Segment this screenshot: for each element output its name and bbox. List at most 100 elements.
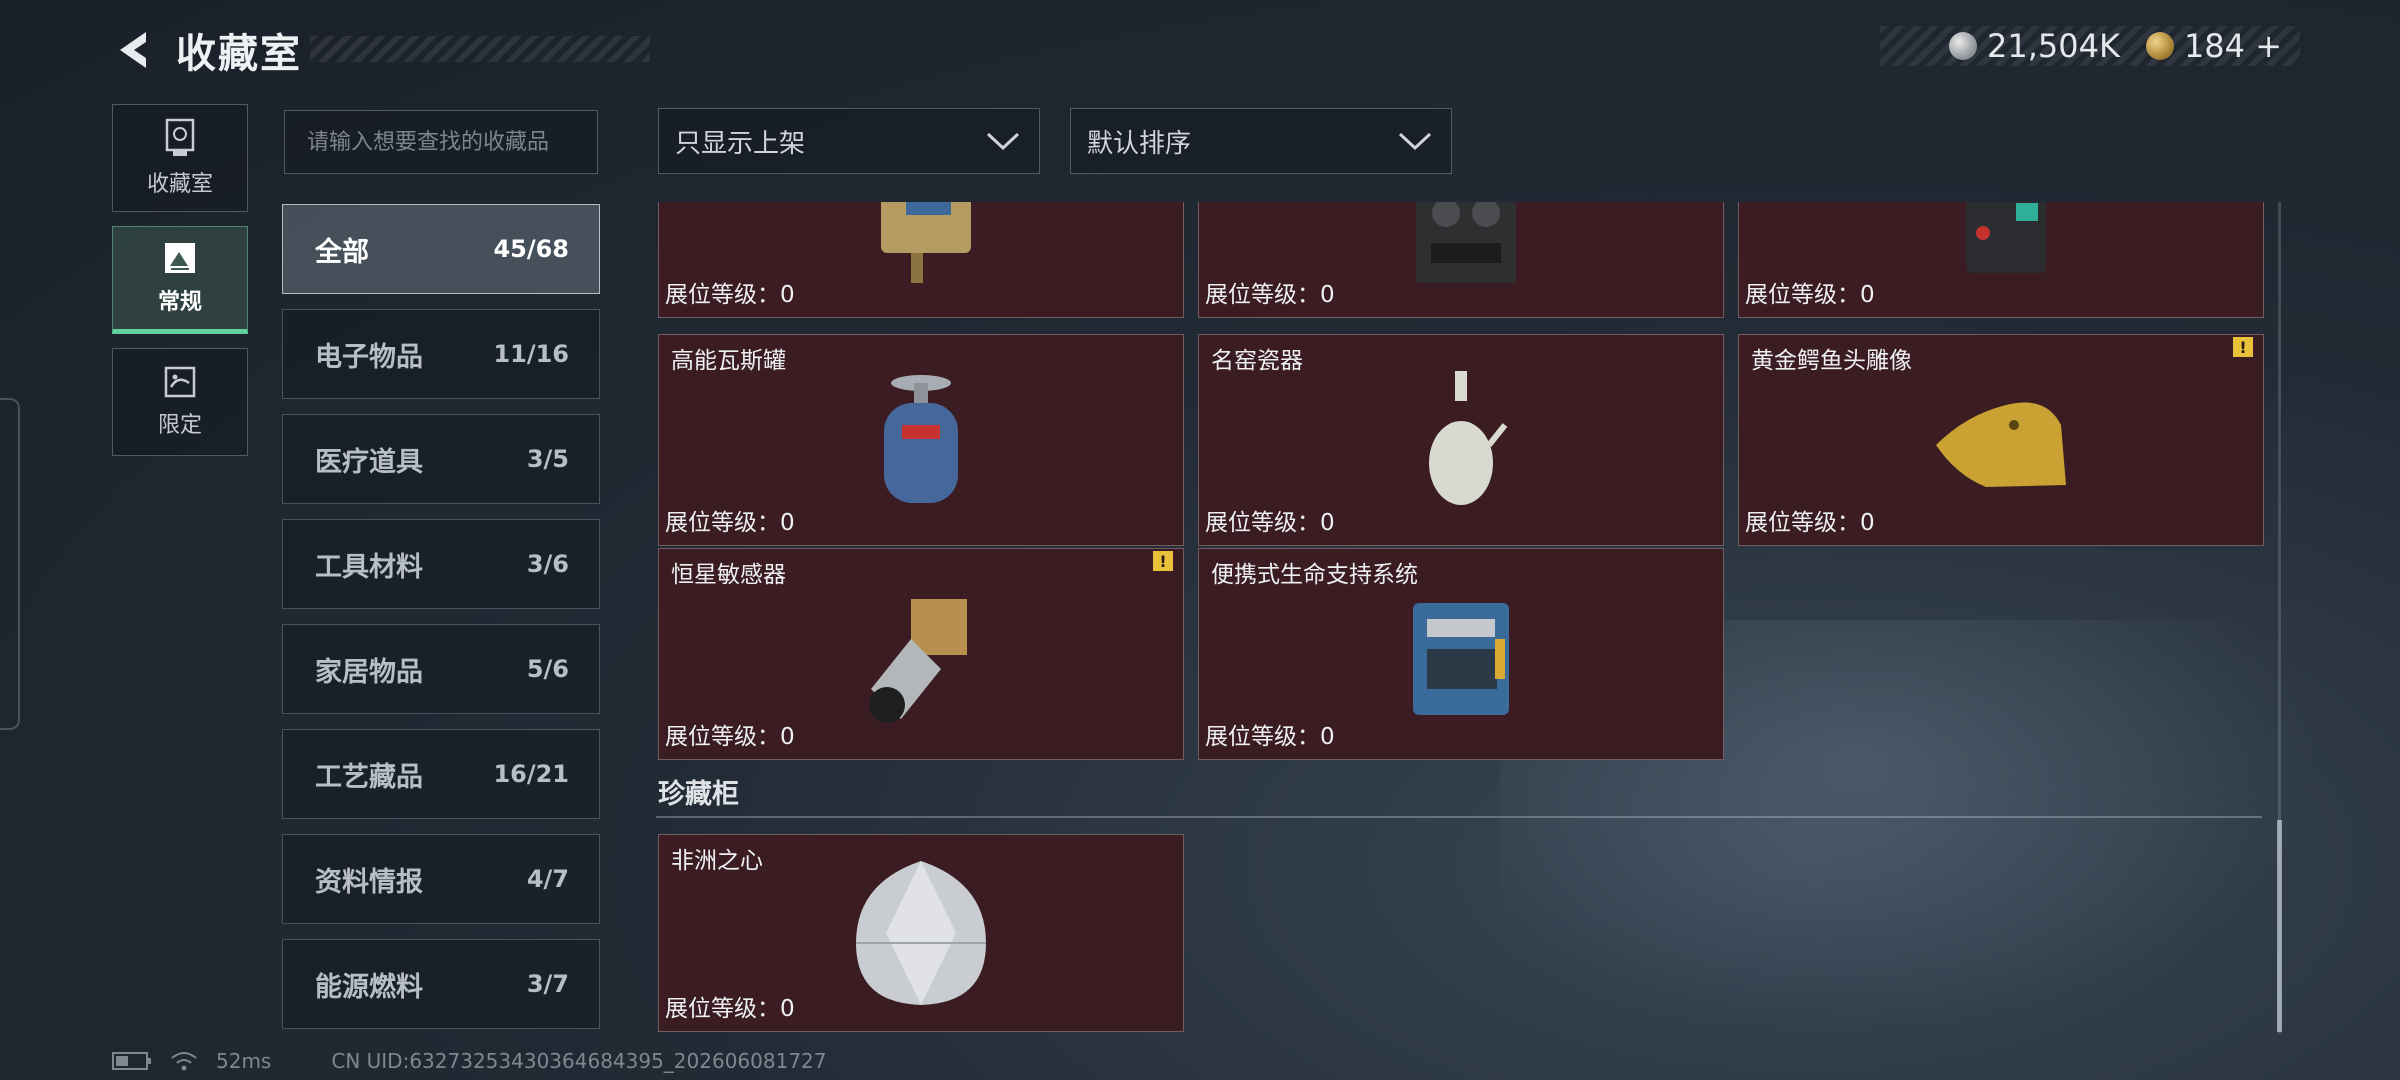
category-crafts[interactable]: 工艺藏品 16/21	[282, 729, 600, 819]
item-name: 名窑瓷器	[1211, 348, 1303, 374]
silver-amount: 21,504K	[1986, 27, 2120, 65]
chevron-down-icon	[1398, 132, 1432, 151]
title-decoration	[310, 36, 650, 62]
category-count: 3/7	[526, 970, 569, 998]
item-name: 非洲之心	[671, 848, 763, 874]
item-name: 高能瓦斯罐	[671, 348, 786, 374]
picture-icon	[165, 243, 195, 273]
booth-level: 展位等级：0	[665, 510, 795, 536]
booth-level: 展位等级：0	[1205, 510, 1335, 536]
shelf-filter-dropdown[interactable]: 只显示上架	[658, 108, 1040, 174]
category-name: 家居物品	[315, 656, 423, 688]
diamond-icon	[856, 861, 986, 1005]
sort-dropdown[interactable]: 默认排序	[1070, 108, 1452, 174]
category-name: 能源燃料	[315, 971, 423, 1003]
machine-part-icon	[1966, 202, 2046, 273]
warning-icon: !	[1153, 551, 1173, 571]
star-sensor-icon	[869, 599, 967, 723]
collection-card[interactable]: 非洲之心 展位等级：0	[658, 834, 1184, 1032]
tape-recorder-icon	[1416, 202, 1516, 283]
gas-canister-icon	[884, 375, 958, 503]
collection-card[interactable]: 便携式生命支持系统 展位等级：0	[1198, 548, 1724, 760]
status-footer: 52ms CN UID:632732534303646843​95_202606…	[112, 1046, 827, 1076]
nav-limited[interactable]: 限定	[112, 348, 248, 456]
device-icon	[881, 202, 971, 283]
booth-level: 展位等级：0	[1205, 724, 1335, 750]
page-header: 收藏室	[110, 22, 650, 78]
category-electronics[interactable]: 电子物品 11/16	[282, 309, 600, 399]
currency-bar: 21,504K 184 +	[1880, 26, 2300, 66]
gold-crocodile-icon	[1936, 402, 2066, 487]
scrollbar-thumb[interactable]	[2277, 820, 2282, 1032]
category-tools[interactable]: 工具材料 3/6	[282, 519, 600, 609]
category-name: 工具材料	[315, 551, 423, 583]
category-count: 11/16	[493, 340, 569, 368]
category-household[interactable]: 家居物品 5/6	[282, 624, 600, 714]
wifi-icon	[171, 1052, 197, 1071]
gold-currency[interactable]: 184 +	[2145, 27, 2282, 65]
booth-level: 展位等级：0	[1745, 282, 1875, 308]
collection-card[interactable]: 展位等级：0	[1198, 202, 1724, 318]
collection-card[interactable]: 恒星敏感器 ! 展位等级：0	[658, 548, 1184, 760]
chevron-down-icon	[986, 132, 1020, 151]
category-count: 3/5	[526, 445, 569, 473]
category-name: 医疗道具	[315, 446, 423, 478]
booth-level: 展位等级：0	[1745, 510, 1875, 536]
item-name: 黄金鳄鱼头雕像	[1751, 348, 1912, 374]
map-icon	[164, 366, 196, 398]
booth-level: 展位等级：0	[665, 724, 795, 750]
battery-icon	[112, 1052, 151, 1070]
category-intel[interactable]: 资料情报 4/7	[282, 834, 600, 924]
category-count: 3/6	[526, 550, 569, 578]
nav-collection-room[interactable]: 收藏室	[112, 104, 248, 212]
item-name: 恒星敏感器	[671, 562, 786, 588]
category-fuel[interactable]: 能源燃料 3/7	[282, 939, 600, 1029]
category-list: 全部 45/68 电子物品 11/16 医疗道具 3/5 工具材料 3/6 家居…	[282, 204, 600, 1044]
trophy-icon	[165, 118, 195, 156]
page-title: 收藏室	[176, 31, 302, 77]
silver-currency[interactable]: 21,504K	[1948, 27, 2120, 65]
gold-amount: 184 +	[2183, 27, 2282, 65]
collection-card[interactable]: 名窑瓷器 展位等级：0	[1198, 334, 1724, 546]
nav-label: 限定	[157, 413, 202, 438]
edge-pull-tab[interactable]	[0, 398, 20, 730]
ping-value: 52ms	[216, 1049, 272, 1073]
category-name: 资料情报	[315, 866, 423, 898]
porcelain-vase-icon	[1429, 371, 1508, 505]
sort-value: 默认排序	[1087, 128, 1192, 159]
user-uid: CN UID:632732534303646843​95_20260608172…	[331, 1049, 827, 1073]
booth-level: 展位等级：0	[665, 282, 795, 308]
nav-label: 常规	[157, 290, 202, 315]
search-box[interactable]	[284, 110, 598, 174]
category-medical[interactable]: 医疗道具 3/5	[282, 414, 600, 504]
side-navigation: 收藏室 常规 限定	[112, 104, 250, 470]
silver-coin-icon	[1948, 32, 1977, 60]
section-title: 珍藏柜	[658, 779, 739, 810]
collection-card[interactable]: 黄金鳄鱼头雕像 ! 展位等级：0	[1738, 334, 2264, 546]
back-button[interactable]	[110, 26, 158, 74]
category-all[interactable]: 全部 45/68	[282, 204, 600, 294]
nav-label: 收藏室	[146, 172, 213, 197]
life-support-icon	[1413, 603, 1509, 715]
collection-card[interactable]: 展位等级：0	[658, 202, 1184, 318]
booth-level: 展位等级：0	[665, 996, 795, 1022]
booth-level: 展位等级：0	[1205, 282, 1335, 308]
search-input[interactable]	[307, 129, 575, 155]
category-name: 电子物品	[315, 341, 423, 373]
section-divider	[656, 816, 2262, 818]
category-count: 16/21	[493, 760, 569, 788]
collection-card[interactable]: 高能瓦斯罐 展位等级：0	[658, 334, 1184, 546]
warning-icon: !	[2233, 337, 2253, 357]
category-count: 45/68	[493, 235, 569, 263]
nav-regular[interactable]: 常规	[112, 226, 248, 334]
gold-coin-icon	[2145, 32, 2174, 60]
category-count: 5/6	[526, 655, 569, 683]
category-count: 4/7	[526, 865, 569, 893]
category-name: 全部	[315, 236, 369, 268]
back-arrow-icon	[120, 32, 146, 68]
collection-card[interactable]: 展位等级：0	[1738, 202, 2264, 318]
shelf-filter-value: 只显示上架	[675, 128, 806, 159]
category-name: 工艺藏品	[315, 761, 423, 793]
item-name: 便携式生命支持系统	[1211, 562, 1418, 588]
collection-grid: 展位等级：0 展位等级：0 展位等级：0 高能瓦斯罐 展位等级：0 名窑瓷器 展…	[656, 202, 2266, 1034]
